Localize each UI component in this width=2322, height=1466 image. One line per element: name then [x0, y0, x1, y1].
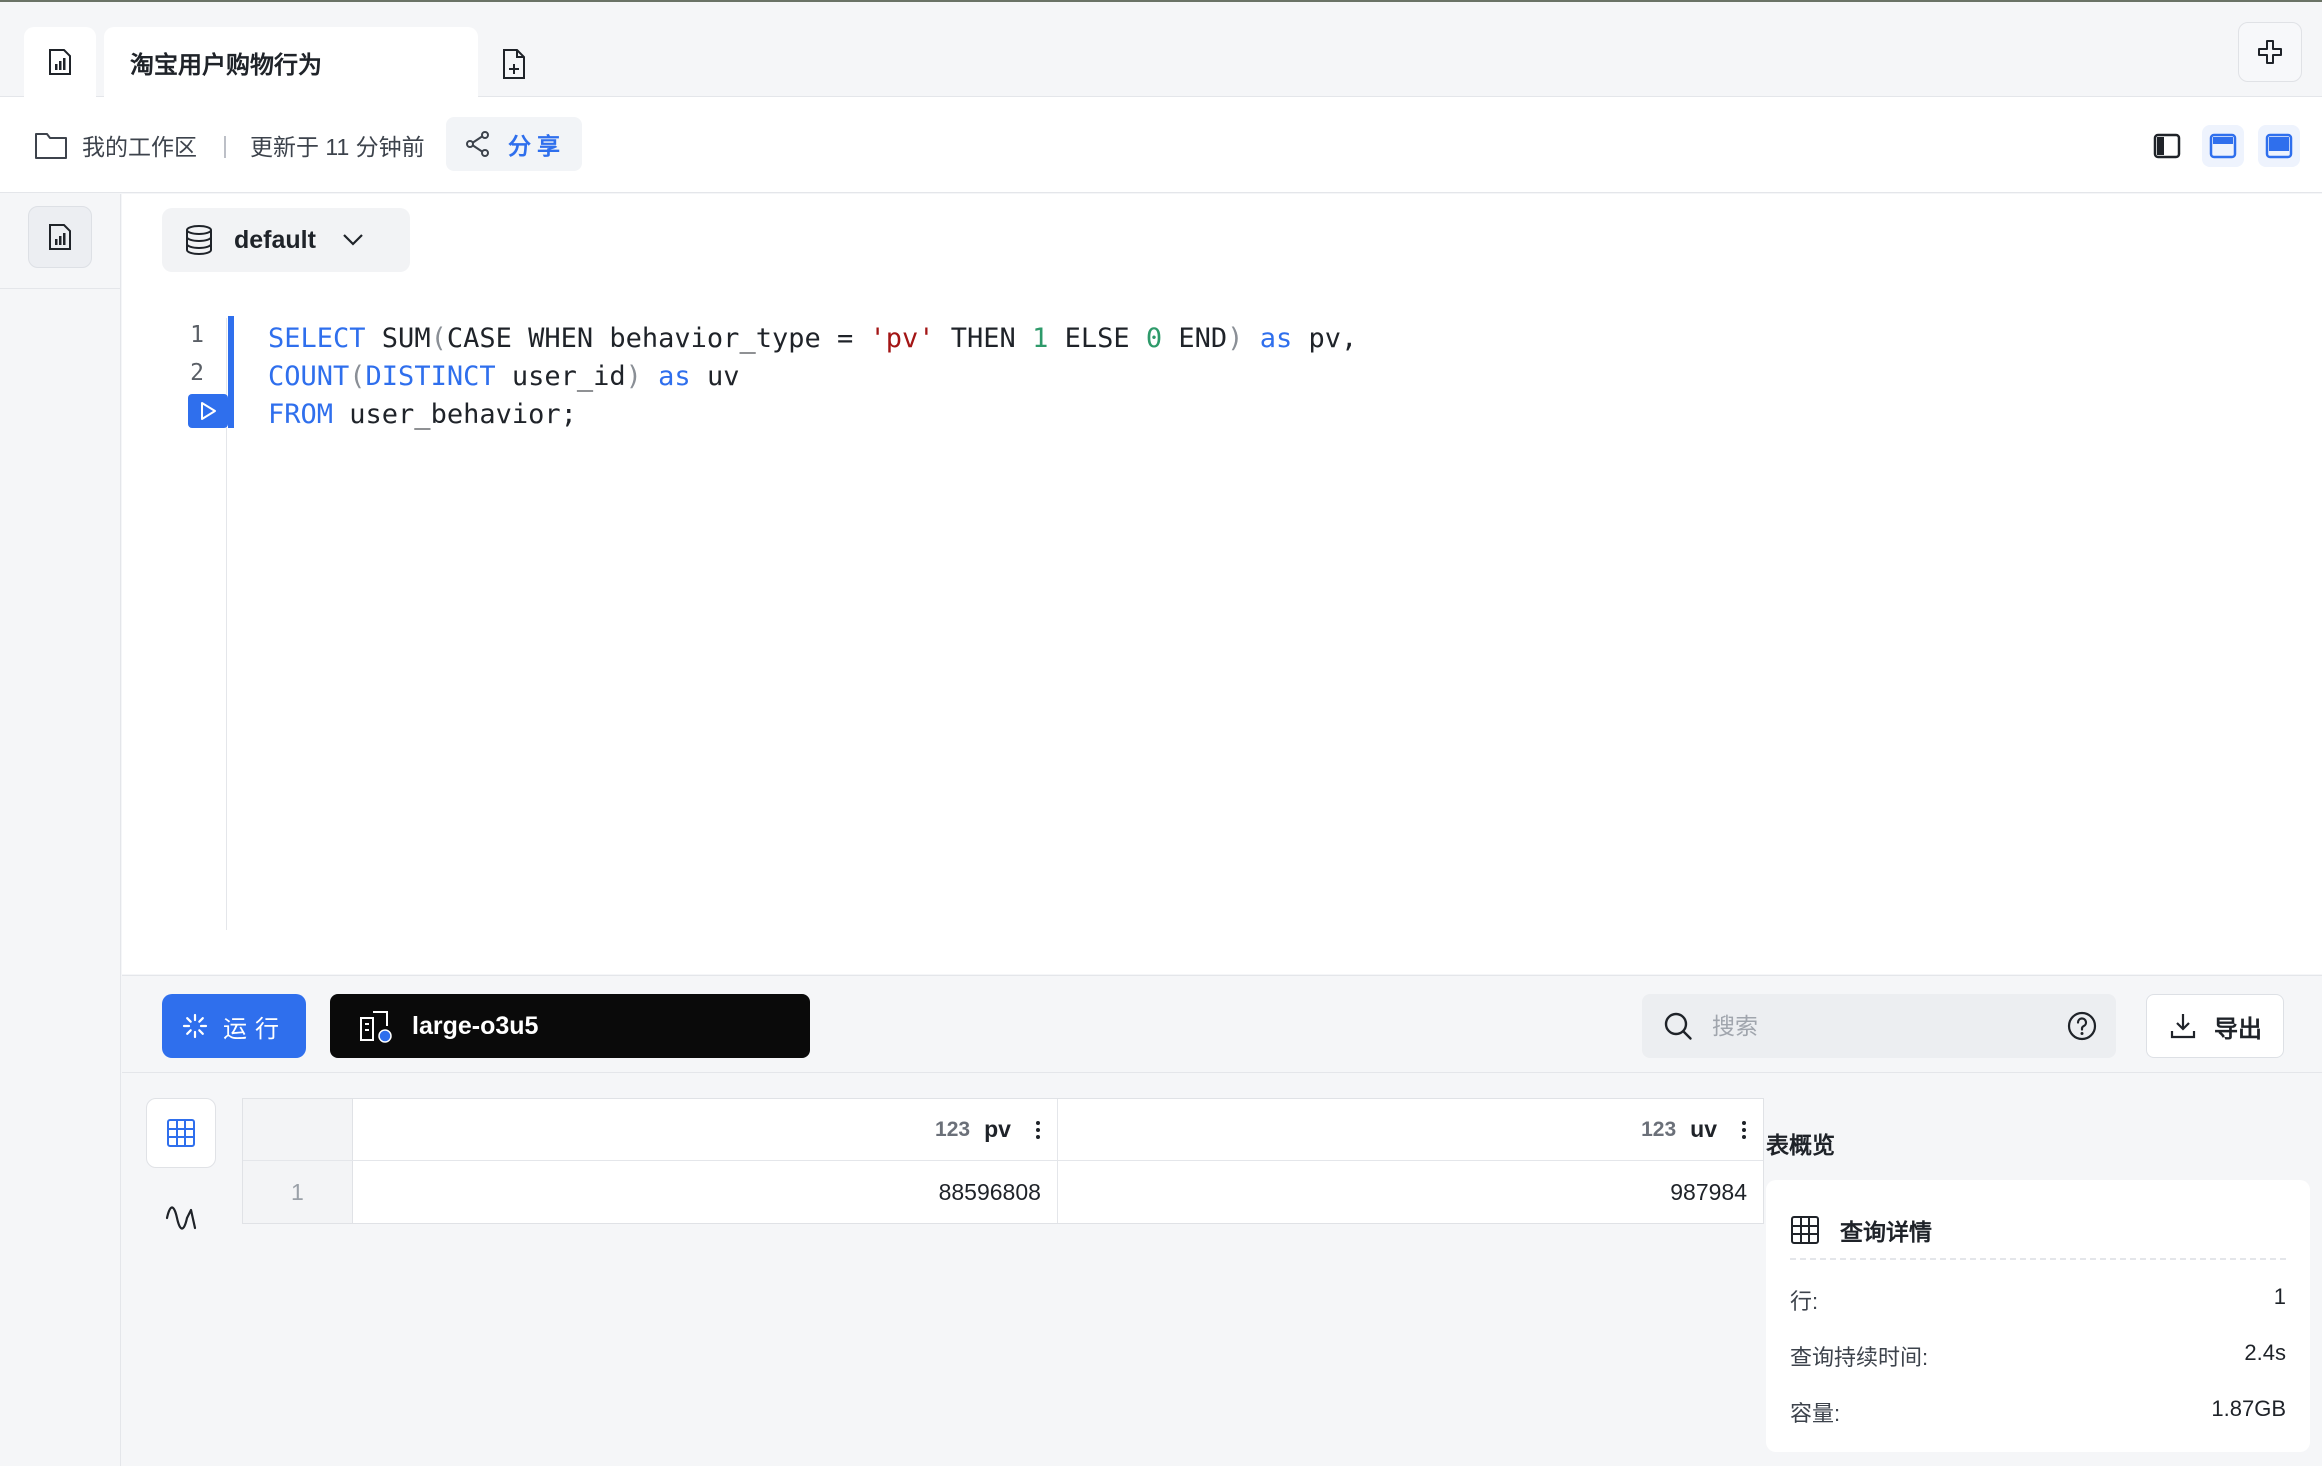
line-number: 1: [190, 322, 204, 348]
active-statement-bar: [228, 316, 234, 428]
line-number: 2: [190, 360, 204, 386]
detail-label: 查询持续时间:: [1790, 1345, 1929, 1370]
loading-icon: [182, 1013, 208, 1039]
column-name: uv: [1690, 1116, 1718, 1142]
cluster-name: large-o3u5: [412, 1011, 539, 1040]
result-table: 123 pv 123 uv 1 88596808 987984: [242, 1098, 1764, 1224]
detail-label: 容量:: [1790, 1401, 1841, 1426]
query-toolbar: 运行 large-o3u5 导出: [122, 975, 2322, 1073]
breadcrumb-separator: |: [222, 131, 228, 158]
overview-title: 表概览: [1766, 1132, 1835, 1158]
detail-value: 1.87GB: [2211, 1396, 2286, 1421]
export-button[interactable]: 导出: [2146, 994, 2284, 1058]
layout-bottom-icon: [2265, 133, 2293, 159]
layout-top-icon: [2209, 133, 2237, 159]
chevron-down-icon: [343, 234, 363, 246]
export-label: 导出: [2214, 1015, 2262, 1043]
detail-value: 1: [2273, 1284, 2286, 1309]
table-icon: [1791, 1216, 1819, 1244]
database-icon: [186, 225, 212, 256]
query-details-card: 查询详情 行: 1 查询持续时间: 2.4s 容量: 1.87GB: [1766, 1180, 2310, 1452]
cluster-selector[interactable]: large-o3u5: [330, 994, 810, 1058]
help-icon[interactable]: [2066, 1010, 2098, 1042]
chart-view-tab[interactable]: [146, 1180, 216, 1250]
layout-bottom-button[interactable]: [2258, 125, 2300, 167]
tab-query[interactable]: 淘宝用户购物行为: [104, 27, 478, 98]
cluster-icon: [360, 1011, 392, 1043]
new-file-icon: [503, 49, 525, 79]
database-select-value: default: [234, 225, 316, 254]
column-name: pv: [984, 1116, 1011, 1142]
cell-pv[interactable]: 88596808: [353, 1161, 1058, 1223]
column-type: 123: [935, 1117, 971, 1141]
layout-left-button[interactable]: [2146, 125, 2188, 167]
new-tab-button[interactable]: [492, 42, 536, 86]
breadcrumb-workspace-label: 我的工作区: [82, 134, 197, 160]
run-button[interactable]: 运行: [162, 994, 306, 1058]
row-index-header: [243, 1099, 353, 1160]
detail-value: 2.4s: [2244, 1340, 2286, 1365]
query-details-header: 查询详情: [1790, 1202, 2286, 1260]
share-button[interactable]: 分享: [446, 117, 582, 171]
breadcrumb-bar: 我的工作区 | 更新于 11 分钟前 分享: [0, 97, 2322, 193]
left-rail: [0, 194, 121, 1466]
code-line-2: COUNT(DISTINCT user_id) as uv: [268, 361, 740, 392]
query-details-title: 查询详情: [1840, 1219, 1932, 1245]
kebab-icon[interactable]: [1033, 1120, 1043, 1139]
cell-uv[interactable]: 987984: [1058, 1161, 1763, 1223]
folder-icon: [35, 133, 67, 159]
tab-report-home[interactable]: [24, 27, 96, 97]
run-label: 运行: [223, 1015, 287, 1043]
column-header-pv[interactable]: 123 pv: [353, 1099, 1058, 1160]
table-header-row: 123 pv 123 uv: [243, 1099, 1763, 1161]
tab-bar: 淘宝用户购物行为: [0, 2, 2322, 98]
rail-report-button[interactable]: [28, 206, 92, 268]
split-view-button[interactable]: [2238, 22, 2302, 82]
report-icon: [49, 49, 71, 75]
table-row: 1 88596808 987984: [243, 1161, 1763, 1223]
chart-icon: [165, 1206, 197, 1230]
split-icon: [2258, 40, 2282, 64]
row-index: 1: [243, 1161, 353, 1223]
detail-row-rows: 行: 1: [1790, 1284, 2286, 1316]
code-line-3: FROM user_behavior;: [268, 399, 577, 430]
run-statement-marker[interactable]: [188, 394, 228, 428]
layout-left-icon: [2153, 133, 2181, 159]
search-input[interactable]: [1712, 1012, 2062, 1040]
tab-query-title: 淘宝用户购物行为: [130, 52, 322, 79]
updated-timestamp: 更新于 11 分钟前: [250, 134, 425, 160]
play-icon: [201, 402, 216, 420]
column-header-uv[interactable]: 123 uv: [1058, 1099, 1763, 1160]
detail-row-duration: 查询持续时间: 2.4s: [1790, 1340, 2286, 1372]
share-label: 分享: [508, 133, 566, 159]
kebab-icon[interactable]: [1739, 1120, 1749, 1139]
share-icon: [466, 131, 489, 157]
column-type: 123: [1641, 1117, 1677, 1141]
code-line-1: SELECT SUM(CASE WHEN behavior_type = 'pv…: [268, 323, 1358, 354]
results-panel: 123 pv 123 uv 1 88596808 987984 表概览 查询详情: [122, 1074, 2322, 1466]
download-icon: [2170, 1014, 2196, 1039]
report-icon: [49, 224, 71, 250]
detail-row-size: 容量: 1.87GB: [1790, 1396, 2286, 1428]
table-icon: [167, 1119, 195, 1147]
database-select[interactable]: default: [162, 208, 410, 272]
rail-divider: [0, 288, 121, 289]
sql-editor[interactable]: default 1 2 SELECT SUM(CASE WHEN behavio…: [122, 194, 2322, 974]
breadcrumb-workspace[interactable]: 我的工作区: [34, 97, 197, 193]
result-search: [1642, 994, 2116, 1058]
table-view-tab[interactable]: [146, 1098, 216, 1168]
search-icon: [1664, 1012, 1692, 1040]
layout-top-button[interactable]: [2202, 125, 2244, 167]
detail-label: 行:: [1790, 1289, 1819, 1314]
